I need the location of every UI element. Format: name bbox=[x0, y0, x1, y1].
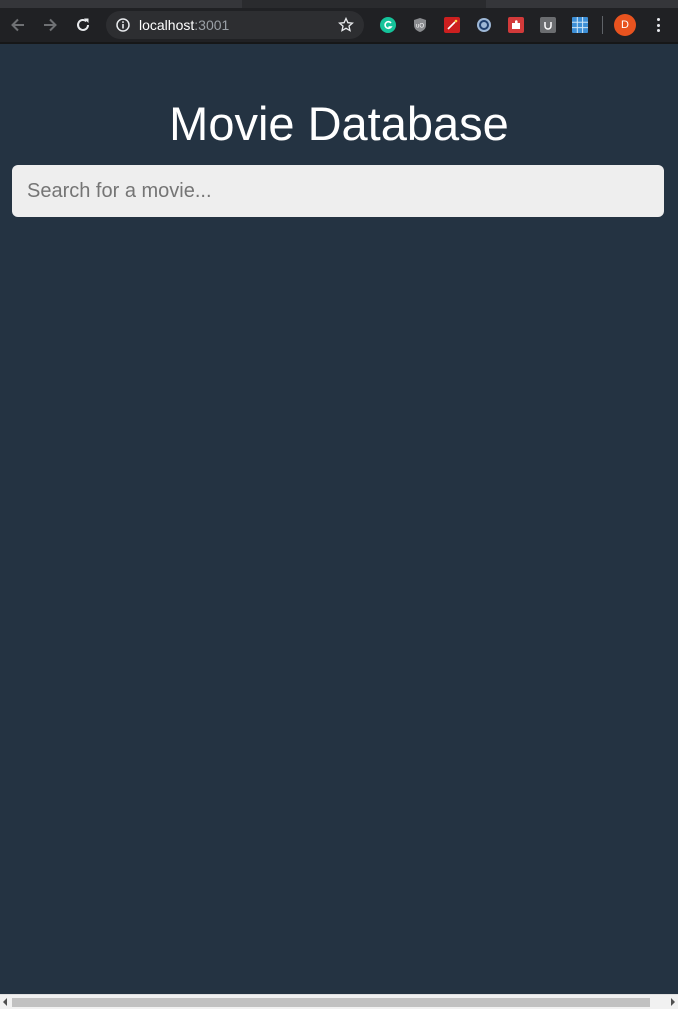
browser-toolbar: localhost:3001 uO D bbox=[0, 8, 678, 42]
puzzle-extension[interactable] bbox=[507, 16, 525, 34]
cup-extension[interactable] bbox=[539, 16, 557, 34]
movie-search-input[interactable] bbox=[12, 165, 664, 217]
svg-text:uO: uO bbox=[416, 24, 424, 30]
circle-extension[interactable] bbox=[475, 16, 493, 34]
reload-button[interactable] bbox=[73, 15, 93, 35]
reload-icon bbox=[77, 18, 89, 31]
address-bar[interactable]: localhost:3001 bbox=[106, 11, 364, 39]
forward-button[interactable] bbox=[40, 15, 60, 35]
scroll-right-arrow-icon[interactable] bbox=[671, 998, 675, 1006]
grammarly-extension[interactable] bbox=[379, 16, 397, 34]
puzzle-extension-icon bbox=[508, 17, 524, 33]
url-port: :3001 bbox=[194, 17, 230, 33]
wand-extension[interactable] bbox=[443, 16, 461, 34]
app-page: Movie Database bbox=[0, 44, 678, 994]
back-arrow-icon bbox=[11, 18, 24, 32]
back-button[interactable] bbox=[8, 15, 28, 35]
circle-extension-icon bbox=[477, 18, 491, 32]
star-icon[interactable] bbox=[338, 17, 354, 33]
scrollbar-thumb[interactable] bbox=[12, 998, 650, 1007]
url-host: localhost bbox=[139, 17, 195, 33]
page-title: Movie Database bbox=[169, 97, 509, 150]
forward-arrow-icon bbox=[44, 18, 57, 32]
tab-left[interactable] bbox=[0, 0, 242, 8]
grid-extension[interactable] bbox=[571, 16, 589, 34]
grammarly-icon bbox=[380, 17, 396, 33]
tab-strip bbox=[0, 0, 678, 8]
profile-avatar[interactable]: D bbox=[614, 14, 636, 36]
wand-icon bbox=[444, 17, 460, 33]
grid-extension-icon bbox=[572, 17, 588, 33]
horizontal-scrollbar[interactable] bbox=[0, 994, 678, 1009]
url-text[interactable]: localhost:3001 bbox=[139, 17, 229, 33]
tab-right[interactable] bbox=[486, 0, 678, 8]
browser-menu-icon[interactable] bbox=[652, 16, 664, 34]
scroll-left-arrow-icon[interactable] bbox=[3, 998, 7, 1006]
toolbar-divider bbox=[602, 16, 603, 34]
ublock-extension[interactable]: uO bbox=[411, 16, 429, 34]
ublock-icon: uO bbox=[414, 18, 426, 32]
info-icon[interactable] bbox=[116, 18, 130, 32]
cup-extension-icon bbox=[540, 17, 556, 33]
